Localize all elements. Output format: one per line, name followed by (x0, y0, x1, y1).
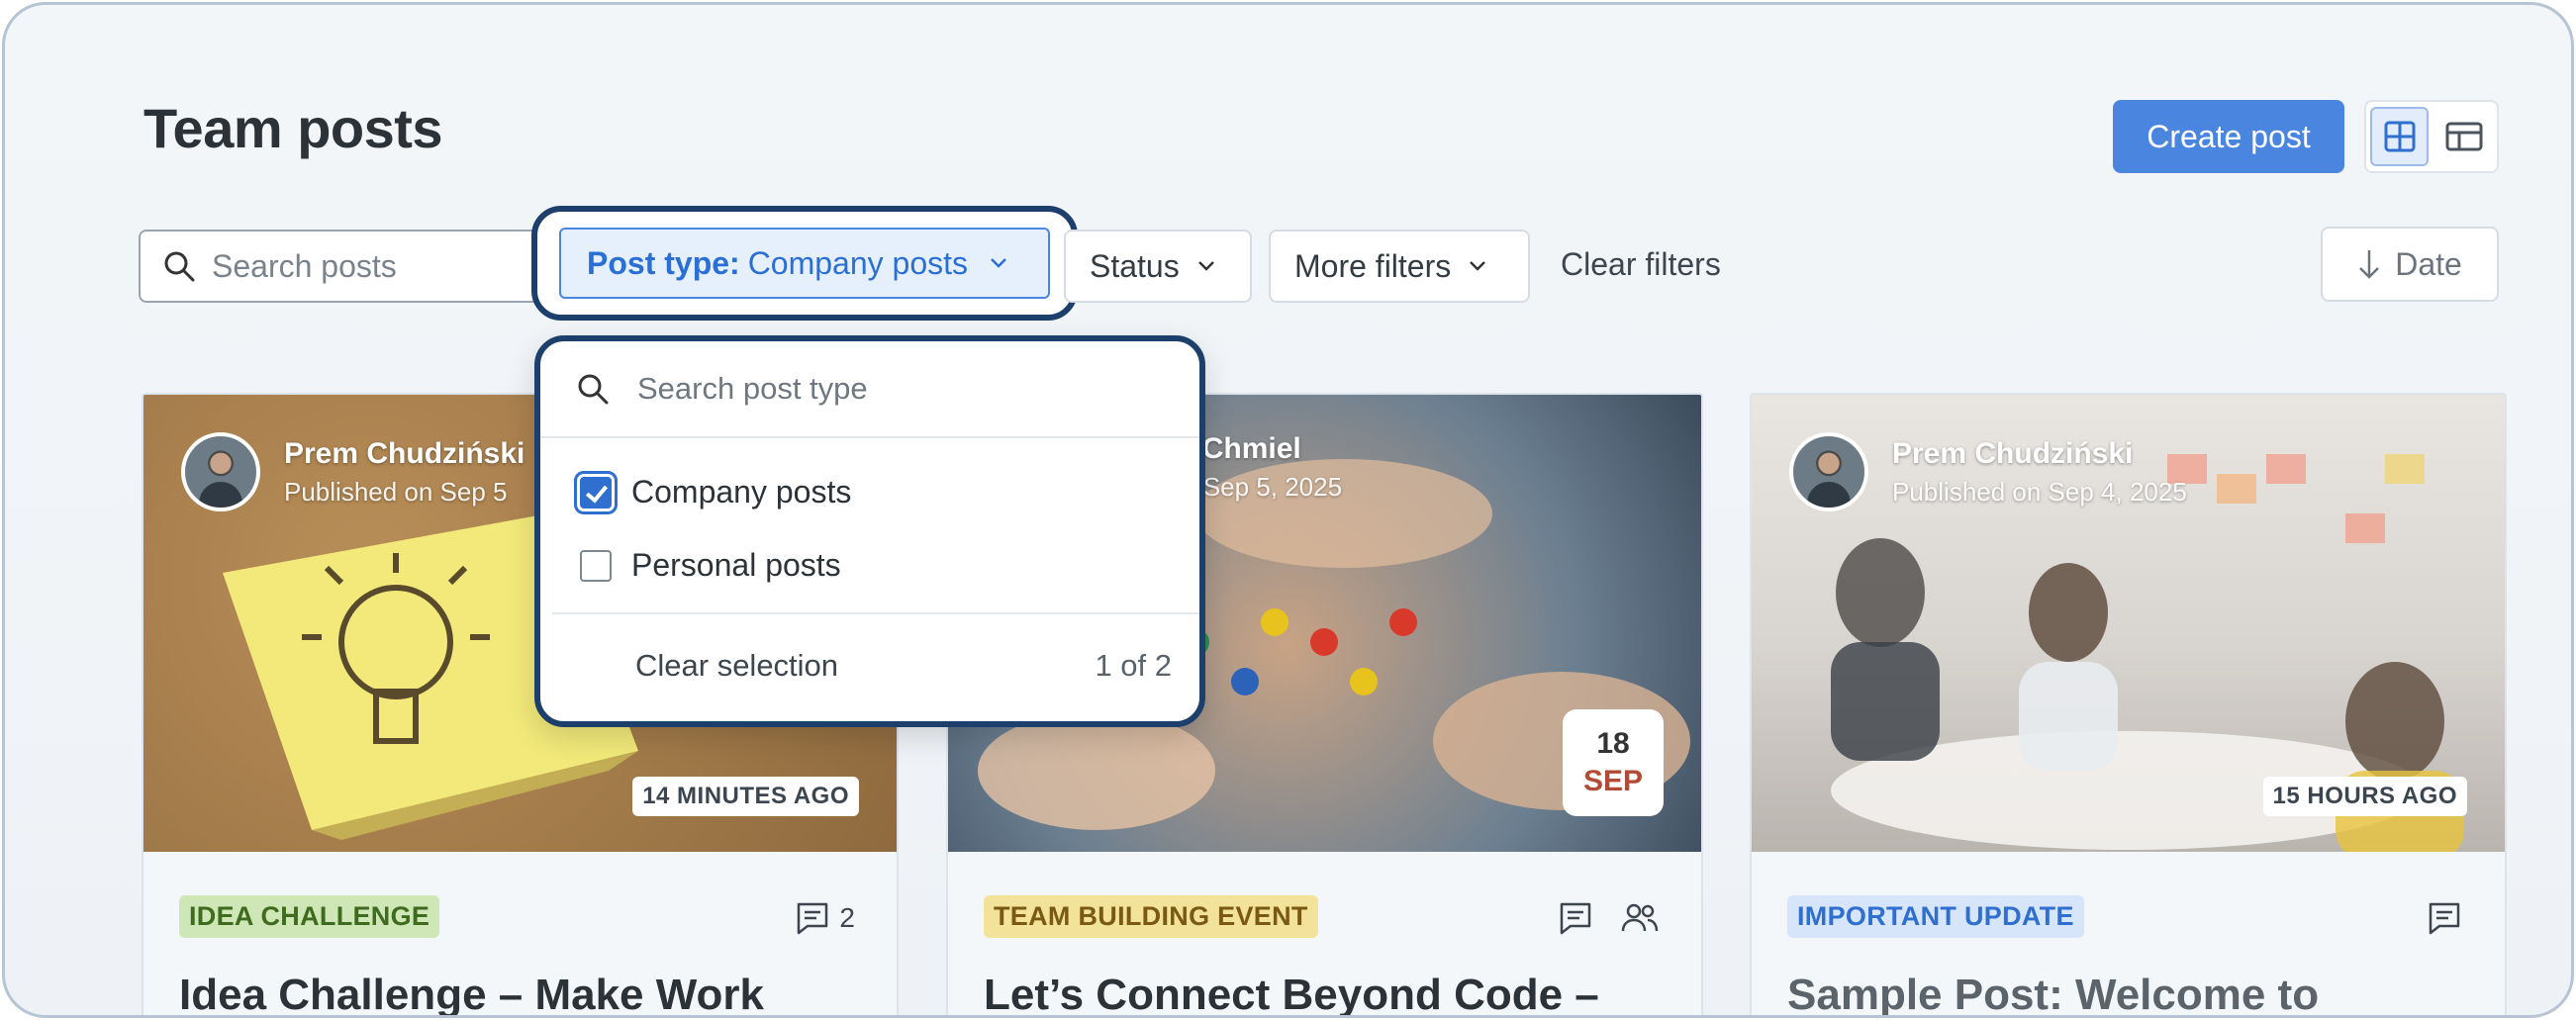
option-personal-posts[interactable]: Personal posts (580, 547, 841, 584)
search-icon (164, 251, 195, 282)
arrow-down-icon (2359, 250, 2380, 279)
status-filter-label: Status (1090, 247, 1180, 284)
comment-icon[interactable] (2426, 899, 2463, 937)
author-name: Prem Chudziński (284, 436, 525, 470)
post-author: Prem Chudziński Published on Sep 5 (181, 432, 525, 511)
post-type-label: Post type: (587, 244, 740, 281)
app-frame: Team posts Create post Post type: Compan… (2, 2, 2574, 1018)
post-image: Prem Chudziński Published on Sep 4, 2025… (1752, 395, 2505, 852)
option-company-posts[interactable]: Company posts (580, 474, 851, 510)
category-tag: IDEA CHALLENGE (179, 895, 440, 938)
selection-count: 1 of 2 (1095, 648, 1172, 683)
search-input[interactable] (212, 247, 509, 285)
search-icon (578, 374, 609, 405)
chevron-down-icon (991, 258, 1006, 268)
post-title[interactable]: Let’s Connect Beyond Code – (984, 971, 1599, 1015)
clear-filters-link[interactable]: Clear filters (1561, 246, 1721, 283)
time-badge: 15 HOURS AGO (2262, 777, 2467, 816)
category-tag: IMPORTANT UPDATE (1787, 895, 2084, 938)
published-date: Published on Sep 4, 2025 (1892, 476, 2187, 507)
comment-count: 2 (839, 902, 855, 933)
chevron-down-icon (1197, 261, 1214, 271)
sort-label: Date (2395, 245, 2462, 282)
post-type-search-input[interactable] (637, 371, 1132, 407)
dropdown-search (576, 371, 1132, 407)
divider (552, 612, 1199, 614)
event-month: SEP (1582, 765, 1644, 797)
more-filters-label: More filters (1294, 247, 1452, 284)
checkbox-checked[interactable] (580, 476, 612, 509)
status-filter[interactable]: Status (1064, 230, 1252, 303)
option-label: Company posts (631, 474, 852, 510)
divider (540, 436, 1199, 438)
page-title: Team posts (143, 97, 443, 159)
attendees-icon[interactable] (1620, 899, 1660, 937)
post-type-dropdown: Company posts Personal posts Clear selec… (534, 335, 1205, 727)
avatar (1789, 432, 1868, 511)
sort-date-button[interactable]: Date (2321, 227, 2499, 302)
post-card[interactable]: Prem Chudziński Published on Sep 4, 2025… (1750, 393, 2507, 1015)
table-view-icon[interactable] (2434, 107, 2493, 166)
post-type-value: Company posts (747, 244, 969, 281)
author-name: Prem Chudziński (1892, 436, 2134, 470)
time-badge: 14 MINUTES AGO (632, 777, 859, 816)
post-title[interactable]: Idea Challenge – Make Work (179, 971, 764, 1015)
chevron-down-icon (1470, 261, 1486, 271)
comment-icon[interactable] (1557, 899, 1594, 937)
grid-view-icon[interactable] (2370, 107, 2430, 166)
view-toggle (2364, 100, 2499, 173)
option-label: Personal posts (631, 547, 841, 583)
event-date-badge: 18 SEP (1563, 709, 1664, 816)
post-author: Prem Chudziński Published on Sep 4, 2025 (1789, 432, 2187, 511)
search-posts (139, 230, 574, 303)
post-type-filter[interactable]: Post type: Company posts (559, 228, 1050, 299)
published-date: Published on Sep 5 (284, 476, 508, 507)
more-filters-button[interactable]: More filters (1269, 230, 1530, 303)
comment-icon[interactable] (794, 899, 831, 937)
category-tag: TEAM BUILDING EVENT (984, 895, 1318, 938)
checkbox[interactable] (580, 549, 612, 582)
create-post-button[interactable]: Create post (2113, 100, 2344, 173)
clear-selection-button[interactable]: Clear selection (635, 648, 838, 684)
post-title[interactable]: Sample Post: Welcome to (1787, 971, 2319, 1015)
event-day: 18 (1596, 727, 1630, 760)
avatar (181, 432, 260, 511)
